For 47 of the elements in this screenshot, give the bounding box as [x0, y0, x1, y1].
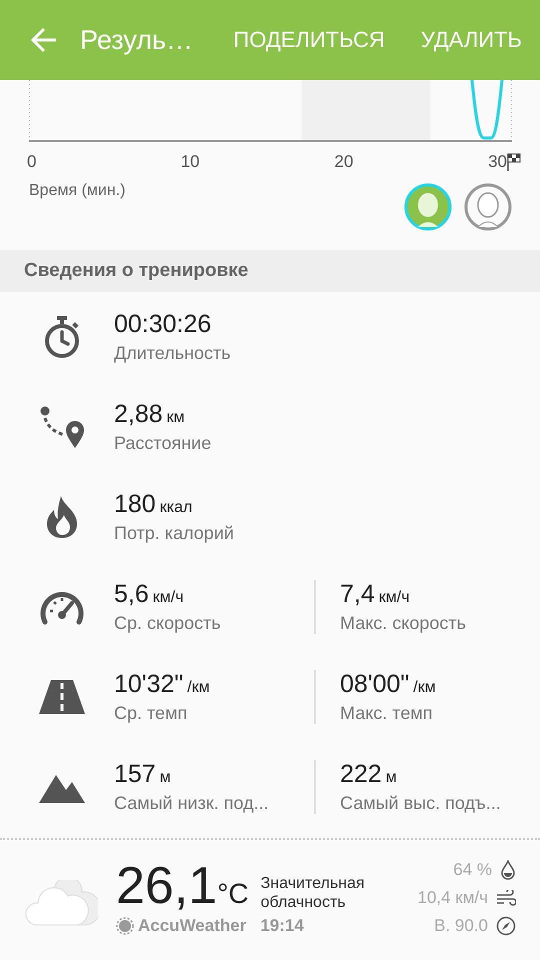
stat-label: Самый выс. подъ... — [340, 793, 502, 814]
back-arrow-icon[interactable] — [30, 26, 58, 54]
stat-value: 2,88 км — [114, 400, 186, 429]
stat-value: 5,6 км/ч — [114, 580, 185, 609]
temperature: 26,1°C — [116, 860, 249, 912]
stat-value: 222 м — [340, 760, 398, 789]
update-time: 19:14 — [260, 916, 304, 936]
finish-flag-icon — [506, 153, 521, 171]
screen-title: Резуль… — [80, 24, 194, 56]
road-icon — [39, 680, 85, 714]
stat-value: 180 ккал — [114, 490, 194, 519]
provider-logo: AccuWeather — [116, 916, 246, 936]
route-pin-icon — [39, 405, 85, 449]
axis-tick-label: 10 — [180, 152, 200, 172]
humidity-reading: 64 % — [453, 860, 492, 880]
stat-value: 00:30:26 — [114, 310, 212, 339]
wind-icon — [496, 890, 516, 906]
avatar-icon[interactable] — [464, 183, 512, 231]
stat-label: Ср. скорость — [114, 613, 222, 634]
avatar-icon[interactable] — [404, 183, 452, 231]
axis-tick-label: 20 — [334, 152, 354, 172]
compass-icon — [496, 916, 516, 936]
action-button[interactable]: ПОДЕЛИТЬСЯ — [215, 27, 403, 53]
drop-icon — [500, 860, 516, 880]
axis-tick-label: 30 — [488, 152, 507, 172]
speedometer-icon — [39, 589, 85, 625]
stat-value: 08'00" /км — [340, 670, 437, 699]
axis-title: Время (мин.) — [29, 182, 126, 200]
action-button[interactable]: УДАЛИТЬ — [402, 27, 540, 53]
stat-label: Потр. калорий — [114, 523, 235, 544]
flame-icon — [45, 495, 79, 539]
stat-label: Ср. темп — [114, 703, 188, 724]
weather-description: Значительная облачность — [260, 874, 366, 912]
axis-tick-label: 0 — [27, 152, 36, 172]
stat-label: Самый низк. под... — [114, 793, 270, 814]
stat-value: 157 м — [114, 760, 172, 789]
stopwatch-icon — [42, 315, 82, 359]
stat-value: 7,4 км/ч — [340, 580, 411, 609]
stat-label: Расстояние — [114, 433, 212, 454]
stat-value: 10'32" /км — [114, 670, 211, 699]
stat-label: Макс. темп — [340, 703, 434, 724]
stat-label: Макс. скорость — [340, 613, 468, 634]
wind-direction-reading: В. 90.0 — [434, 916, 488, 936]
section-header: Сведения о тренировке — [0, 250, 540, 292]
stat-label: Длительность — [114, 343, 232, 364]
wind-reading: 10,4 км/ч — [417, 888, 488, 908]
cloud-icon — [24, 880, 98, 926]
